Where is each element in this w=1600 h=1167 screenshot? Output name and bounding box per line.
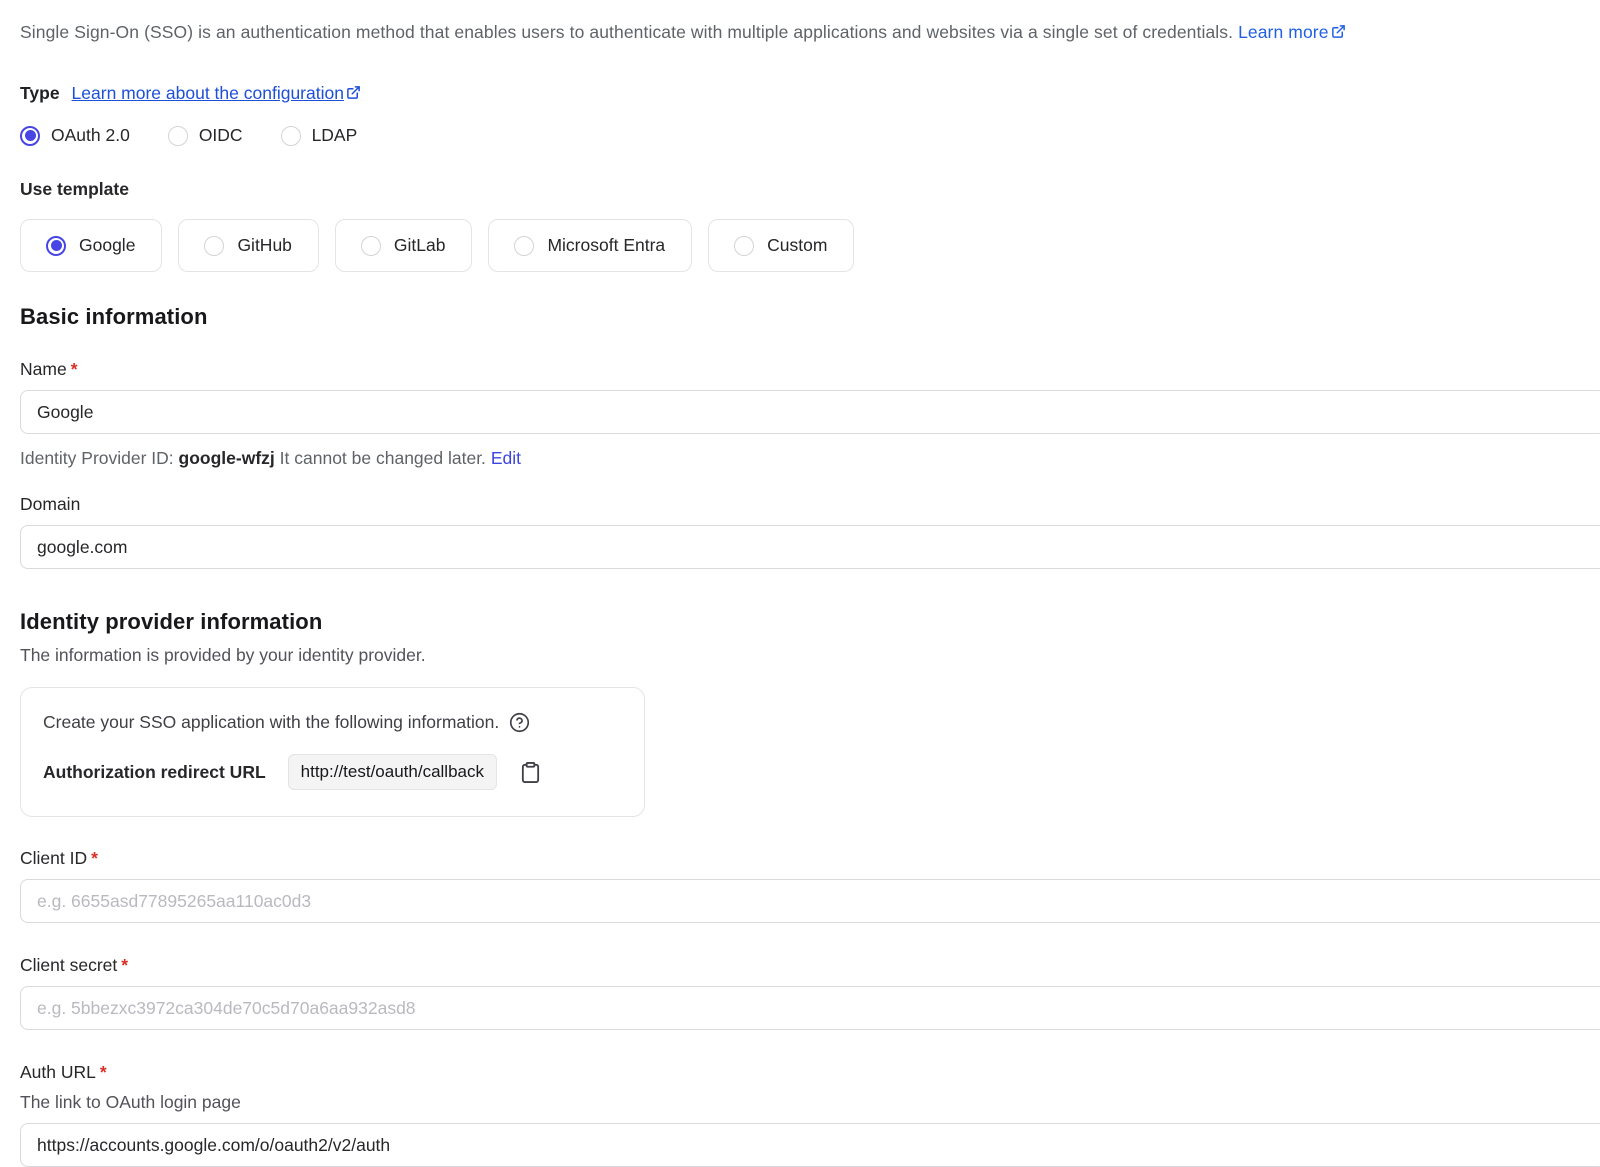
client-secret-input[interactable] (20, 986, 1600, 1030)
radio-oauth2-label: OAuth 2.0 (51, 125, 130, 146)
radio-unselected-icon (734, 236, 754, 256)
idp-id-value: google-wfzj (179, 448, 275, 468)
basic-information-heading: Basic information (20, 304, 1600, 330)
radio-unselected-icon (204, 236, 224, 256)
authorization-redirect-url-value: http://test/oauth/callback (288, 754, 497, 790)
idp-note-prefix: Identity Provider ID: (20, 448, 174, 468)
type-label: Type (20, 83, 60, 104)
authorization-redirect-row: Authorization redirect URL http://test/o… (43, 754, 622, 790)
copy-icon[interactable] (519, 760, 542, 785)
radio-unselected-icon (361, 236, 381, 256)
template-card-gitlab[interactable]: GitLab (335, 219, 473, 272)
template-custom-label: Custom (767, 235, 827, 256)
sso-description: Single Sign-On (SSO) is an authenticatio… (20, 22, 1600, 43)
auth-url-helper-text: The link to OAuth login page (20, 1092, 1600, 1113)
domain-field-label: Domain (20, 494, 1600, 515)
type-section-header: Type Learn more about the configuration (20, 83, 1600, 104)
radio-oidc[interactable]: OIDC (168, 125, 243, 146)
required-asterisk: * (100, 1062, 107, 1082)
idp-information-heading: Identity provider information (20, 609, 1600, 635)
radio-unselected-icon (168, 126, 188, 146)
type-radio-group: OAuth 2.0 OIDC LDAP (20, 125, 1600, 146)
edit-idp-id-link[interactable]: Edit (491, 448, 521, 468)
radio-unselected-icon (514, 236, 534, 256)
template-card-custom[interactable]: Custom (708, 219, 854, 272)
auth-url-input[interactable] (20, 1123, 1600, 1167)
radio-selected-icon (20, 126, 40, 146)
configuration-docs-label: Learn more about the configuration (72, 83, 344, 103)
template-google-label: Google (79, 235, 135, 256)
help-icon[interactable] (509, 712, 530, 733)
template-card-microsoft-entra[interactable]: Microsoft Entra (488, 219, 692, 272)
radio-oidc-label: OIDC (199, 125, 243, 146)
template-card-github[interactable]: GitHub (178, 219, 318, 272)
radio-oauth2[interactable]: OAuth 2.0 (20, 125, 130, 146)
name-label-text: Name (20, 359, 67, 379)
external-link-icon (346, 85, 361, 100)
learn-more-link[interactable]: Learn more (1238, 22, 1346, 42)
use-template-label: Use template (20, 179, 1600, 200)
radio-unselected-icon (281, 126, 301, 146)
radio-ldap-label: LDAP (312, 125, 358, 146)
required-asterisk: * (71, 359, 78, 379)
authorization-redirect-label: Authorization redirect URL (43, 762, 266, 783)
external-link-icon (1331, 24, 1346, 39)
client-secret-field-label: Client secret* (20, 955, 1600, 976)
idp-note-suffix: It cannot be changed later. (280, 448, 486, 468)
template-entra-label: Microsoft Entra (547, 235, 665, 256)
client-id-label-text: Client ID (20, 848, 87, 868)
template-github-label: GitHub (237, 235, 291, 256)
radio-ldap[interactable]: LDAP (281, 125, 358, 146)
auth-url-field-label: Auth URL* (20, 1062, 1600, 1083)
learn-more-label: Learn more (1238, 22, 1329, 42)
template-card-google[interactable]: Google (20, 219, 162, 272)
callout-instruction: Create your SSO application with the fol… (43, 712, 622, 733)
idp-information-subtitle: The information is provided by your iden… (20, 645, 1600, 666)
template-gitlab-label: GitLab (394, 235, 446, 256)
sso-application-callout: Create your SSO application with the fol… (20, 687, 645, 817)
client-id-field-label: Client ID* (20, 848, 1600, 869)
required-asterisk: * (121, 955, 128, 975)
configuration-docs-link[interactable]: Learn more about the configuration (72, 83, 361, 104)
name-field-label: Name* (20, 359, 1600, 380)
name-input[interactable] (20, 390, 1600, 434)
radio-selected-icon (46, 236, 66, 256)
auth-url-label-text: Auth URL (20, 1062, 96, 1082)
client-secret-label-text: Client secret (20, 955, 117, 975)
callout-instruction-text: Create your SSO application with the fol… (43, 712, 499, 733)
template-card-group: Google GitHub GitLab Microsoft Entra Cus… (20, 219, 1600, 272)
identity-provider-id-note: Identity Provider ID: google-wfzj It can… (20, 448, 1600, 469)
sso-settings-page: Single Sign-On (SSO) is an authenticatio… (0, 0, 1600, 1167)
client-id-input[interactable] (20, 879, 1600, 923)
required-asterisk: * (91, 848, 98, 868)
sso-description-text: Single Sign-On (SSO) is an authenticatio… (20, 22, 1233, 42)
domain-input[interactable] (20, 525, 1600, 569)
